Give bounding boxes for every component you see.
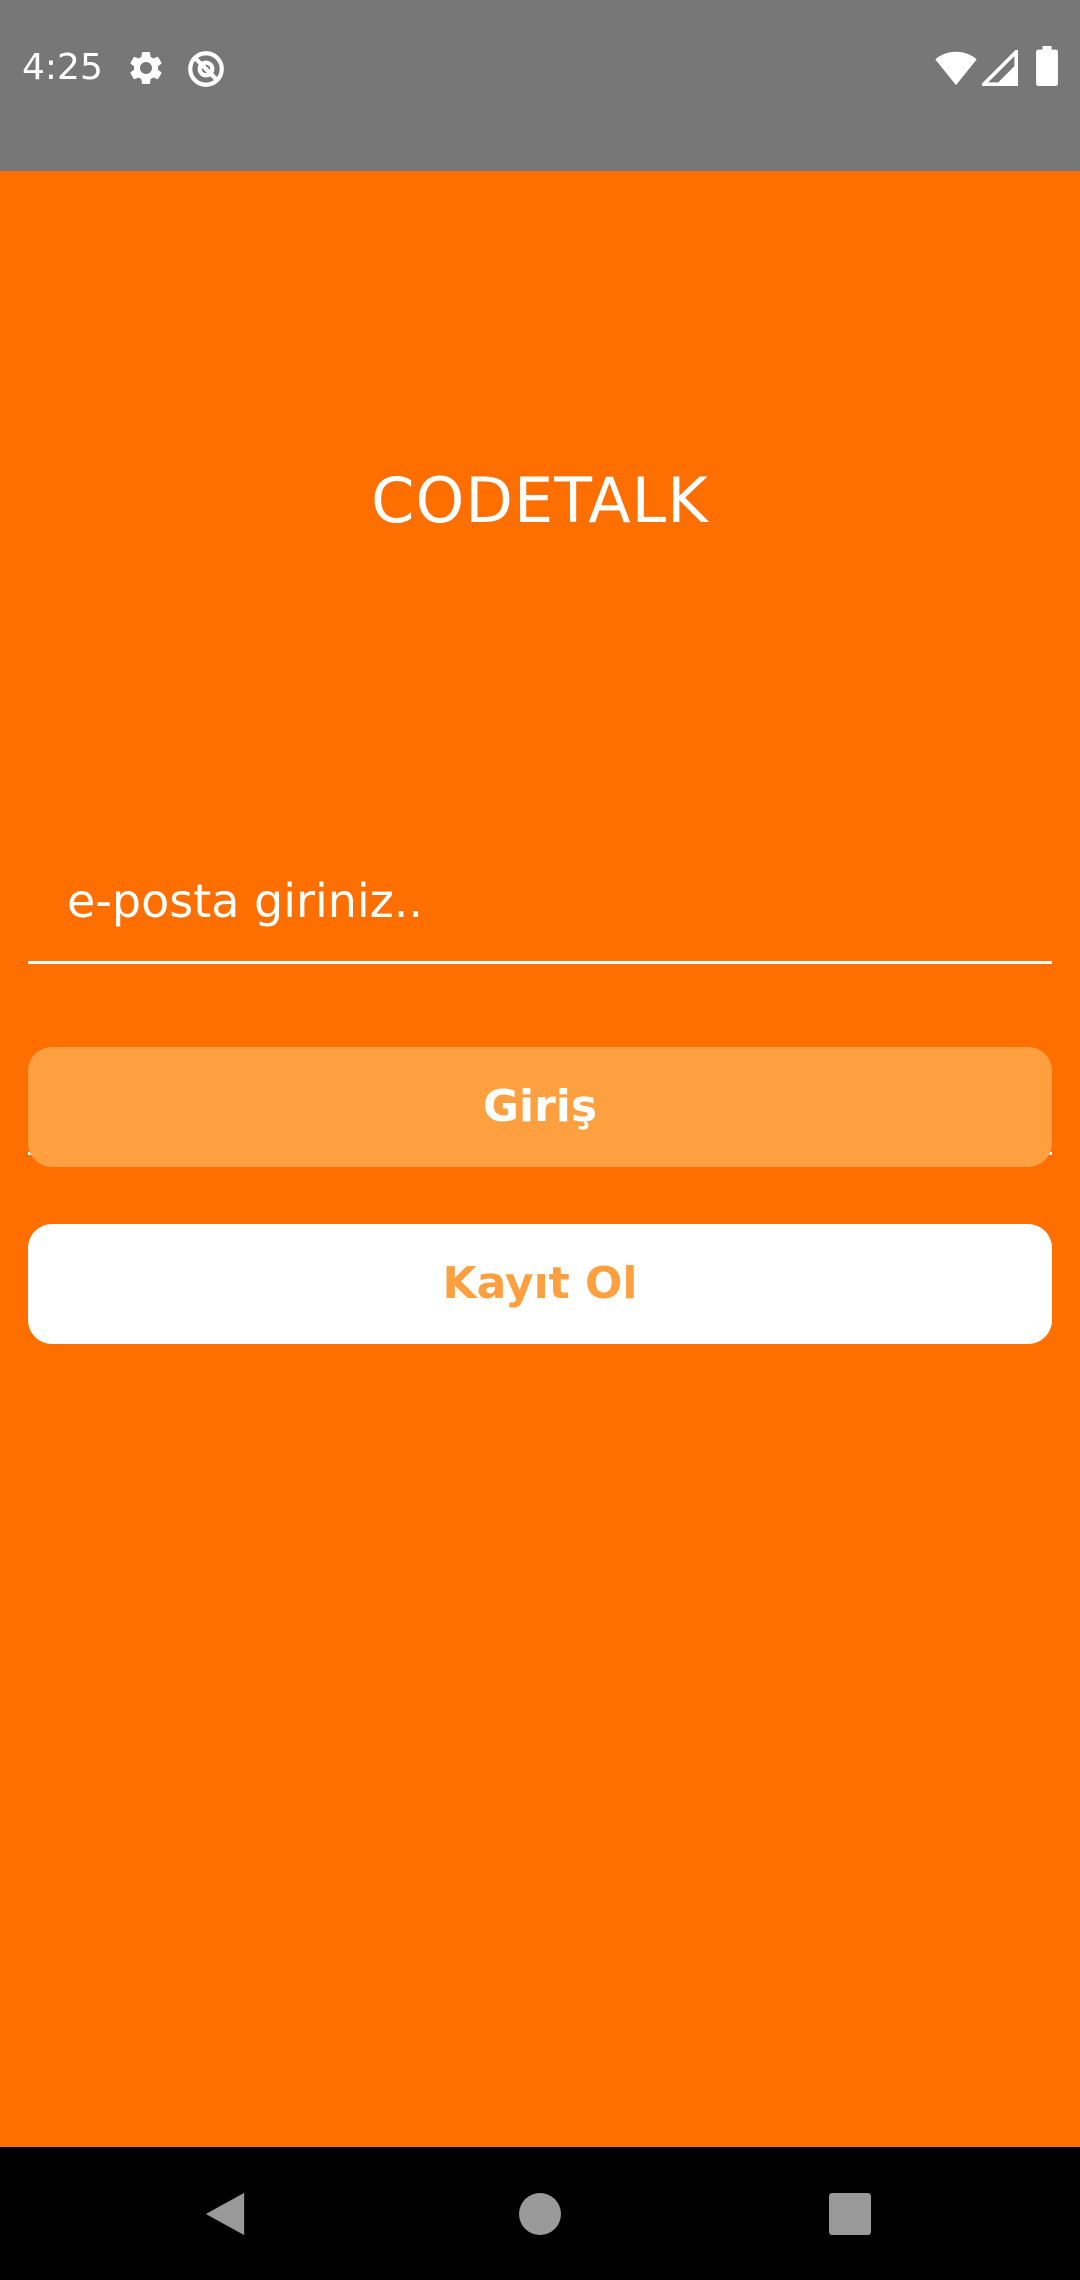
recents-icon[interactable] — [829, 2193, 871, 2235]
login-button[interactable]: Giriş — [28, 1047, 1052, 1167]
email-field[interactable] — [28, 841, 1052, 961]
status-time: 4:25 — [22, 47, 103, 88]
navigation-bar — [0, 2147, 1080, 2280]
data-saver-icon — [188, 51, 224, 87]
back-icon[interactable] — [203, 2191, 247, 2237]
email-field-container — [28, 841, 1052, 964]
cell-signal-icon — [982, 50, 1018, 86]
wifi-icon — [935, 51, 977, 86]
home-icon[interactable] — [519, 2193, 561, 2235]
register-button[interactable]: Kayıt Ol — [28, 1224, 1052, 1344]
battery-icon — [1036, 46, 1058, 86]
gear-icon — [130, 51, 162, 84]
status-bar: 4:25 — [0, 0, 1080, 171]
app-title: CODETALK — [371, 464, 709, 537]
